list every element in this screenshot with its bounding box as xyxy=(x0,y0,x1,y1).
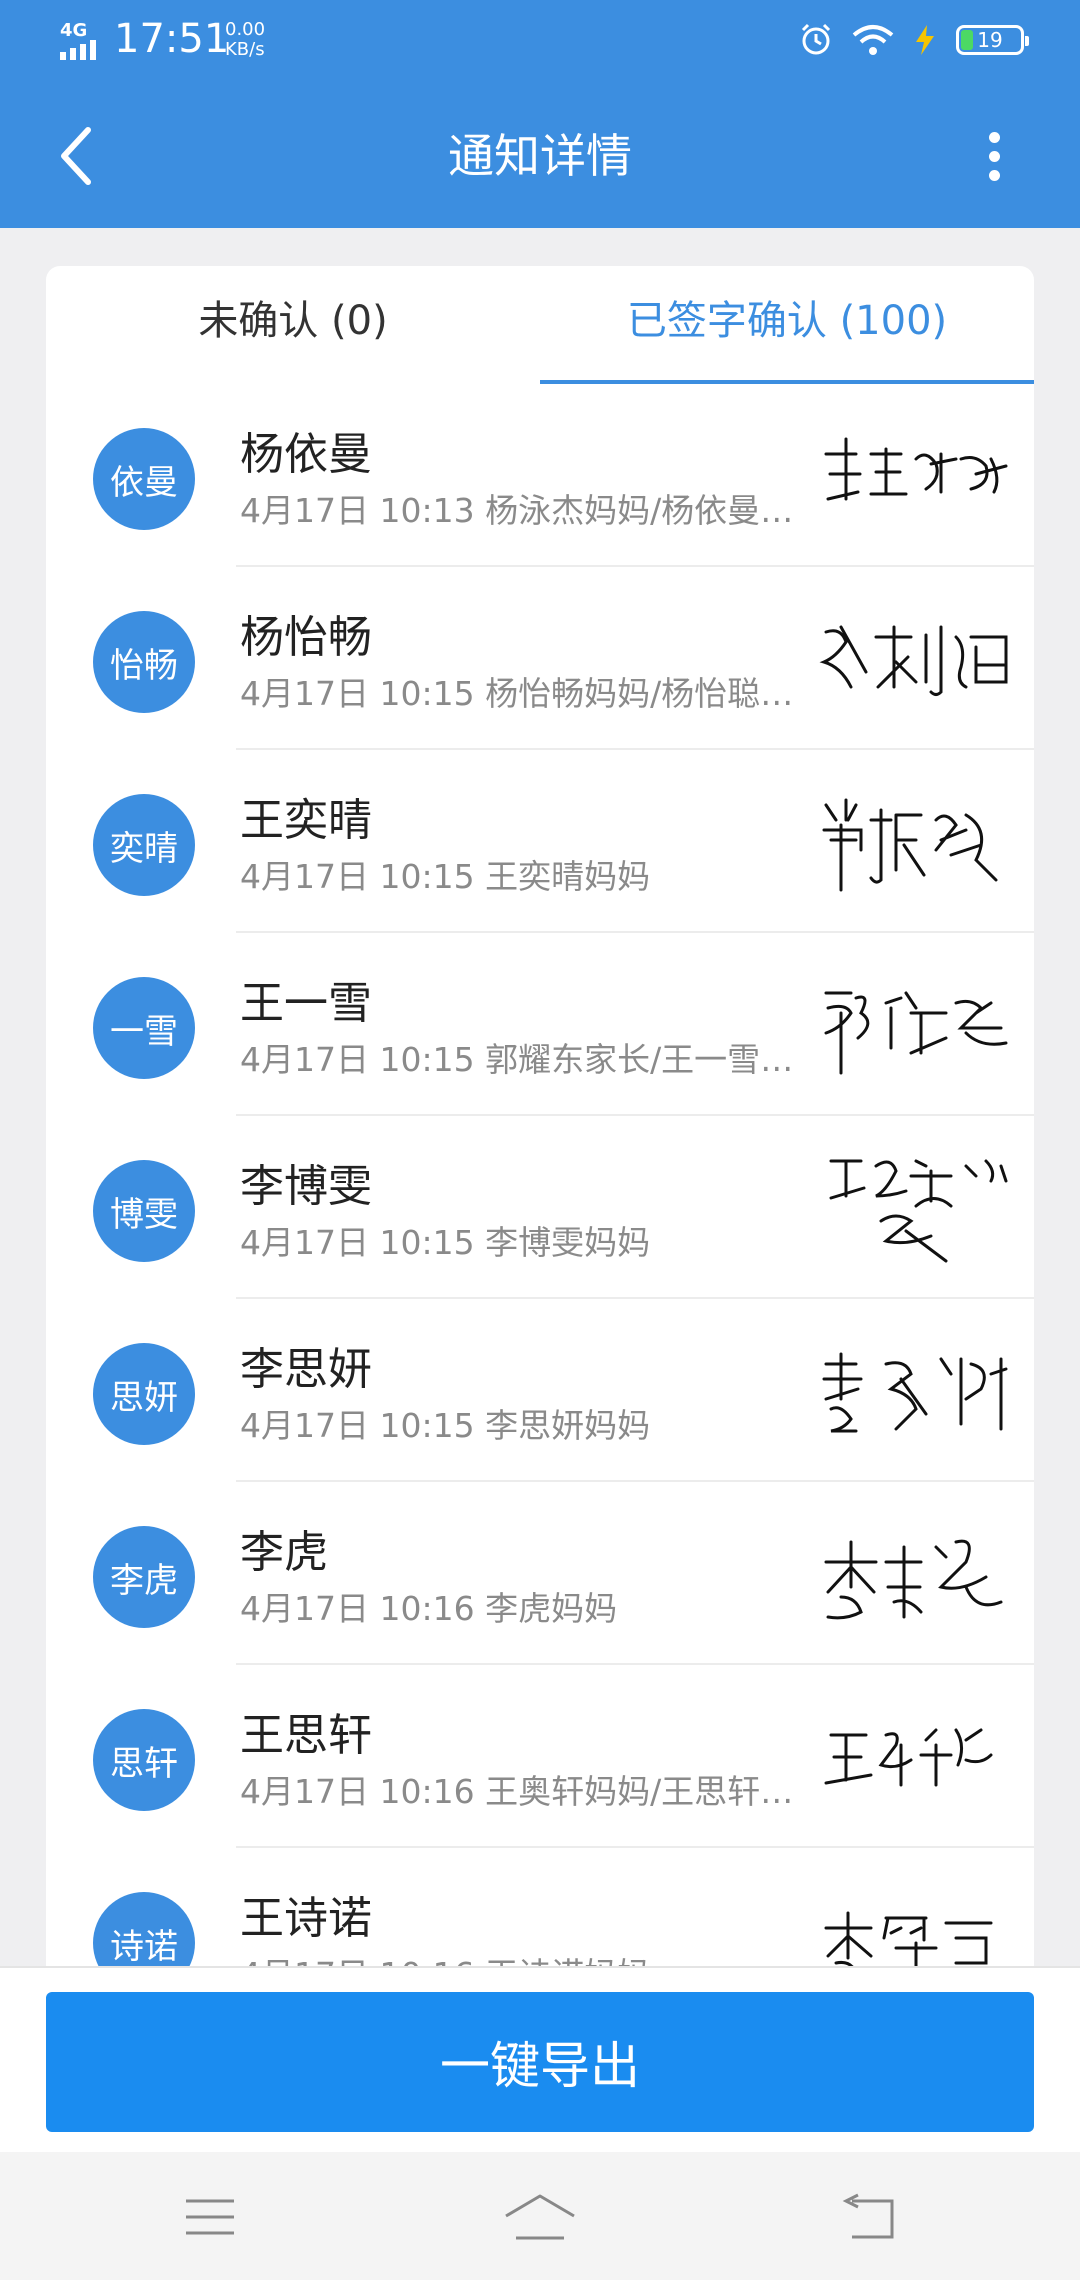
charging-icon xyxy=(916,25,934,55)
signature-image xyxy=(829,1159,1008,1263)
list-item[interactable]: 奕晴 王奕晴 4月17日 10:15 王奕晴妈妈 xyxy=(46,750,1034,933)
app-header: 通知详情 xyxy=(0,84,1080,228)
alarm-icon xyxy=(801,23,831,55)
student-name: 杨怡畅 xyxy=(240,612,372,663)
battery-level: 19 xyxy=(977,28,1003,52)
avatar: 思轩 xyxy=(93,1709,195,1811)
sign-detail: 4月17日 10:15 杨怡畅妈妈/杨怡聪妈妈 xyxy=(240,674,814,713)
sign-detail: 4月17日 10:15 王奕晴妈妈 xyxy=(240,857,651,896)
sign-detail: 4月17日 10:16 李虎妈妈 xyxy=(240,1589,618,1628)
speed-unit: KB/s xyxy=(225,39,265,60)
sign-detail: 4月17日 10:15 李博雯妈妈 xyxy=(240,1223,651,1262)
list-item[interactable]: 思轩 王思轩 4月17日 10:16 王奥轩妈妈/王思轩妈妈 xyxy=(46,1665,1034,1848)
signature-image xyxy=(824,991,1008,1075)
battery-icon: 19 xyxy=(956,25,1029,55)
back-icon xyxy=(842,2193,894,2239)
list-item[interactable]: 依曼 杨依曼 4月17日 10:13 杨泳杰妈妈/杨依曼妈妈 xyxy=(46,384,1034,567)
avatar: 一雪 xyxy=(93,977,195,1079)
signed-list: 依曼 杨依曼 4月17日 10:13 杨泳杰妈妈/杨依曼妈妈 怡畅 杨怡畅 4月… xyxy=(46,384,1034,1966)
signature-image xyxy=(822,1352,1008,1433)
sign-detail: 4月17日 10:15 李思妍妈妈 xyxy=(240,1406,651,1445)
student-name: 杨依曼 xyxy=(240,429,372,480)
signal-icon xyxy=(60,40,96,60)
menu-nav-button[interactable] xyxy=(170,2182,250,2252)
avatar: 奕晴 xyxy=(93,794,195,896)
student-name: 王一雪 xyxy=(240,978,372,1029)
bottom-action-area: 一键导出 xyxy=(0,1966,1080,2152)
student-name: 王诗诺 xyxy=(240,1893,372,1944)
signature-image xyxy=(824,1539,1003,1620)
more-vertical-icon xyxy=(988,131,1000,143)
signature-card: 未确认 (0) 已签字确认 (100) 依曼 杨依曼 4月17日 10:13 杨… xyxy=(46,266,1034,1966)
export-button[interactable]: 一键导出 xyxy=(46,1992,1034,2132)
home-nav-button[interactable] xyxy=(500,2182,580,2252)
home-icon xyxy=(505,2194,575,2240)
signature-image xyxy=(824,1728,993,1787)
menu-icon xyxy=(186,2199,234,2235)
sign-detail: 4月17日 10:15 郭耀东家长/王一雪妈妈 xyxy=(240,1040,814,1079)
sign-detail: 4月17日 10:16 王奥轩妈妈/王思轩妈妈 xyxy=(240,1772,814,1811)
back-nav-button[interactable] xyxy=(828,2182,908,2252)
student-name: 李思妍 xyxy=(240,1344,372,1395)
network-type: 4G xyxy=(60,20,88,41)
status-bar: 4G 17:51 0.00 KB/s 19 xyxy=(0,0,1080,84)
status-time: 17:51 xyxy=(114,16,230,62)
system-nav-bar xyxy=(0,2152,1080,2280)
avatar: 依曼 xyxy=(93,428,195,530)
chevron-left-icon xyxy=(61,127,91,185)
student-name: 李博雯 xyxy=(240,1161,372,1212)
student-name: 王奕晴 xyxy=(240,795,372,846)
sign-detail: 4月17日 10:13 杨泳杰妈妈/杨依曼妈妈 xyxy=(240,491,814,530)
more-button[interactable] xyxy=(958,120,1030,192)
wifi-icon xyxy=(852,25,894,55)
signature-image xyxy=(824,437,1008,501)
back-button[interactable] xyxy=(40,120,112,192)
avatar: 怡畅 xyxy=(93,611,195,713)
speed-value: 0.00 xyxy=(225,19,266,40)
avatar: 博雯 xyxy=(93,1160,195,1262)
network-speed: 0.00 KB/s xyxy=(225,20,265,60)
signature-image xyxy=(822,798,998,892)
tab-unconfirmed[interactable]: 未确认 (0) xyxy=(46,266,540,384)
avatar: 诗诺 xyxy=(93,1892,195,1966)
tab-signed[interactable]: 已签字确认 (100) xyxy=(540,266,1034,384)
avatar: 李虎 xyxy=(93,1526,195,1628)
page-title: 通知详情 xyxy=(448,129,632,183)
signature-image xyxy=(824,1911,993,1966)
list-item[interactable]: 李虎 李虎 4月17日 10:16 李虎妈妈 xyxy=(46,1482,1034,1665)
avatar: 思妍 xyxy=(93,1343,195,1445)
list-item[interactable]: 怡畅 杨怡畅 4月17日 10:15 杨怡畅妈妈/杨怡聪妈妈 xyxy=(46,567,1034,750)
list-item[interactable]: 思妍 李思妍 4月17日 10:15 李思妍妈妈 xyxy=(46,1299,1034,1482)
signature-image xyxy=(819,625,1008,696)
student-name: 王思轩 xyxy=(240,1710,372,1761)
list-item[interactable]: 诗诺 王诗诺 4月17日 10:16 王诗诺妈妈 xyxy=(46,1848,1034,1966)
list-item[interactable]: 一雪 王一雪 4月17日 10:15 郭耀东家长/王一雪妈妈 xyxy=(46,933,1034,1116)
sign-detail: 4月17日 10:16 王诗诺妈妈 xyxy=(240,1948,814,1966)
student-name: 李虎 xyxy=(240,1527,328,1578)
tab-bar: 未确认 (0) 已签字确认 (100) xyxy=(46,266,1034,384)
list-item[interactable]: 博雯 李博雯 4月17日 10:15 李博雯妈妈 xyxy=(46,1116,1034,1299)
